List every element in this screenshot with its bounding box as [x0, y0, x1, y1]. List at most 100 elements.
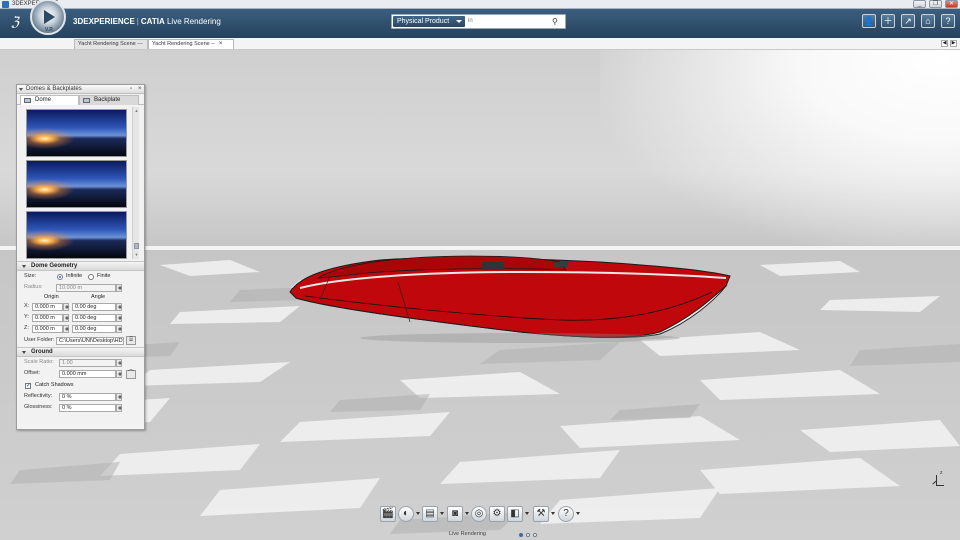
add-content-icon[interactable]: ＋: [881, 14, 895, 28]
tab-scroll-right-icon[interactable]: ▶: [950, 40, 957, 47]
reflectivity-field[interactable]: 0 %: [59, 393, 116, 401]
reflectivity-stepper[interactable]: [116, 393, 122, 401]
chevron-down-icon[interactable]: [465, 512, 469, 515]
restore-button[interactable]: ❐: [929, 0, 942, 8]
panel-title: Domes & Backplates: [26, 86, 82, 92]
tools-icon[interactable]: ⚒: [533, 506, 549, 522]
glossiness-field[interactable]: 0 %: [59, 404, 116, 412]
panel-titlebar[interactable]: Domes & Backplates ▫ ×: [17, 85, 144, 94]
yacht-model: [289, 255, 731, 343]
radius-field[interactable]: 10.000 m: [56, 284, 116, 292]
catch-shadows-label: Catch Shadows: [35, 382, 74, 388]
chevron-down-icon[interactable]: [551, 512, 555, 515]
user-folder-field[interactable]: C:\Users\UNI\Desktop\HDR: [56, 337, 124, 345]
offset-field[interactable]: 0.000 mm: [59, 370, 116, 378]
backplate-image-icon[interactable]: ▤: [422, 506, 438, 522]
dome-thumbnail[interactable]: [26, 109, 127, 157]
close-panel-icon[interactable]: ×: [138, 85, 142, 94]
help-icon[interactable]: ?: [558, 506, 574, 522]
scroll-up-icon[interactable]: ▲: [134, 108, 139, 113]
axis-y-row: Y: 0.000 m 0.00 deg: [17, 312, 144, 323]
scale-ratio-field[interactable]: 1.00: [59, 359, 116, 367]
angle-y-stepper[interactable]: [116, 314, 122, 322]
glossiness-row: Glossiness: 0 %: [17, 402, 144, 413]
thumbnail-scrollbar[interactable]: ▲ ▼: [132, 107, 139, 259]
material-icon[interactable]: ◧: [507, 506, 523, 522]
chevron-down-icon[interactable]: [416, 512, 420, 515]
dome-thumbnail[interactable]: [26, 160, 127, 208]
pick-offset-icon[interactable]: ⌒: [126, 370, 136, 379]
axis-x-label: X:: [24, 303, 30, 309]
minimize-button[interactable]: _: [913, 0, 926, 8]
doc-tab-2[interactable]: Yacht Rendering Scene -- ×: [148, 39, 234, 49]
offset-label: Offset:: [24, 370, 41, 376]
dassault-logo-icon: ℨ: [10, 15, 19, 30]
tab-backplate-label: Backplate: [94, 97, 121, 103]
share-icon[interactable]: ↗: [901, 14, 915, 28]
origin-angle-header-row: Origin Angle: [17, 293, 144, 301]
browse-folder-icon[interactable]: ⌸: [126, 336, 136, 345]
pager-dot[interactable]: [519, 533, 523, 537]
angle-y-field[interactable]: 0.00 deg: [72, 314, 116, 322]
app-header: ℨ 3DEXPERIENCE | CATIA Live Rendering Phys…: [0, 9, 960, 38]
size-finite-radio[interactable]: [88, 274, 94, 280]
brand-separator: |: [136, 17, 139, 26]
camera-icon[interactable]: ◙: [447, 506, 463, 522]
doc-tab-1[interactable]: Yacht Rendering Scene ---: [74, 39, 148, 49]
scale-ratio-stepper[interactable]: [116, 359, 122, 367]
pager-dot[interactable]: [533, 533, 537, 537]
action-bar-pager[interactable]: [519, 532, 540, 539]
dome-tab-icon: [24, 98, 31, 103]
chevron-down-icon[interactable]: [576, 512, 580, 515]
home-icon[interactable]: ⌂: [921, 14, 935, 28]
tab-dome[interactable]: Dome: [20, 95, 79, 105]
origin-y-stepper[interactable]: [63, 314, 69, 322]
angle-x-stepper[interactable]: [116, 303, 122, 311]
dome-thumbnail-list: ▲ ▼: [17, 105, 144, 261]
chevron-down-icon[interactable]: [440, 512, 444, 515]
chevron-down-icon[interactable]: [525, 512, 529, 515]
origin-x-stepper[interactable]: [63, 303, 69, 311]
help-icon[interactable]: ?: [941, 14, 955, 28]
tab-backplate[interactable]: Backplate: [79, 95, 139, 105]
axis-y-label: Y:: [24, 314, 29, 320]
size-infinite-radio[interactable]: [57, 274, 63, 280]
dock-icon[interactable]: ▫: [130, 85, 132, 94]
environment-sphere-icon[interactable]: ◐: [398, 506, 414, 522]
angle-z-field[interactable]: 0.00 deg: [72, 325, 116, 333]
glossiness-stepper[interactable]: [116, 404, 122, 412]
origin-x-field[interactable]: 0.000 m: [32, 303, 63, 311]
offset-stepper[interactable]: [116, 370, 122, 378]
scrollbar-thumb[interactable]: [134, 243, 139, 249]
search-input[interactable]: in: [468, 18, 473, 24]
origin-z-field[interactable]: 0.000 m: [32, 325, 63, 333]
dome-thumbnail[interactable]: [26, 211, 127, 259]
render-settings-icon[interactable]: ◎: [471, 506, 487, 522]
search-icon[interactable]: ⚲: [552, 17, 561, 26]
gear-icon[interactable]: ⚙: [489, 506, 505, 522]
origin-z-stepper[interactable]: [63, 325, 69, 333]
search-box[interactable]: Physical Product in ⚲: [391, 14, 566, 29]
tab-scroll-left-icon[interactable]: ◀: [941, 40, 948, 47]
size-infinite-label: Infinite: [66, 273, 83, 279]
close-window-button[interactable]: ✕: [945, 0, 958, 8]
search-scope-dropdown[interactable]: Physical Product: [393, 16, 465, 27]
origin-y-field[interactable]: 0.000 m: [32, 314, 63, 322]
collapse-triangle-icon[interactable]: [19, 88, 23, 91]
pager-dot[interactable]: [526, 533, 530, 537]
catch-shadows-checkbox[interactable]: ✓: [25, 383, 31, 389]
action-bar: 🎬 ◐ ▤ ◙ ◎ ⚙ ◧ ⚒ ?: [378, 503, 582, 525]
chevron-down-icon: [456, 20, 462, 23]
angle-z-stepper[interactable]: [116, 325, 122, 333]
user-profile-icon[interactable]: 👤: [862, 14, 876, 28]
compass-button[interactable]: V.R: [30, 0, 66, 35]
axis-z-label: Z:: [24, 325, 29, 331]
angle-x-field[interactable]: 0.00 deg: [72, 303, 116, 311]
radius-stepper[interactable]: [116, 284, 122, 292]
ground-section[interactable]: Ground: [17, 347, 144, 357]
scene-clapper-icon[interactable]: 🎬: [380, 506, 396, 522]
scroll-down-icon[interactable]: ▼: [134, 252, 139, 257]
axis-triad-icon[interactable]: z: [931, 470, 945, 488]
dome-geometry-section[interactable]: Dome Geometry: [17, 261, 144, 271]
close-tab-icon[interactable]: ×: [219, 41, 223, 47]
